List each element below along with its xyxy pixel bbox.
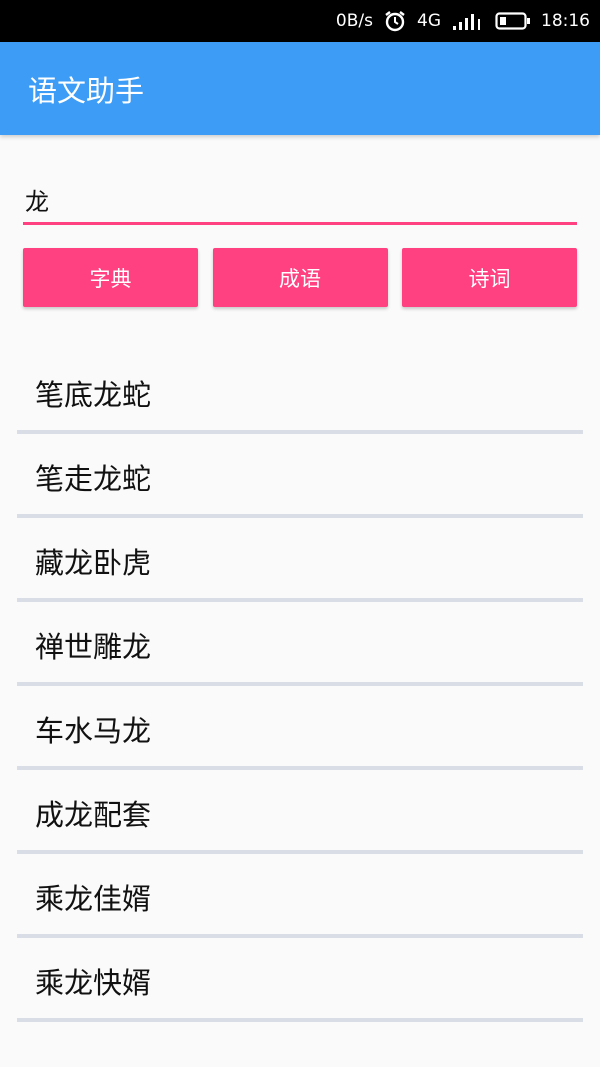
search-input[interactable] [23,178,579,220]
list-item[interactable]: 车水马龙 [17,686,583,770]
list-item-text: 车水马龙 [35,714,152,748]
list-item-text: 成龙配套 [35,798,152,832]
battery-icon [495,11,531,31]
list-item[interactable]: 笔底龙蛇 [17,350,583,434]
clock: 18:16 [541,11,590,31]
list-item[interactable]: 藏龙卧虎 [17,518,583,602]
signal-icon [451,11,485,31]
app-title: 语文助手 [28,74,145,108]
search-field[interactable] [23,178,579,225]
dictionary-button[interactable]: 字典 [23,248,198,307]
idiom-button[interactable]: 成语 [212,248,388,307]
list-item[interactable]: 成龙配套 [17,770,583,854]
list-item-text: 乘龙快婿 [35,966,152,1000]
list-item[interactable]: 乘龙佳婿 [17,854,583,938]
alarm-icon [383,9,407,33]
result-list: 笔底龙蛇 笔走龙蛇 藏龙卧虎 禅世雕龙 车水马龙 成龙配套 乘龙佳婿 乘龙快婿 [17,350,583,1022]
status-bar: 0B/s 4G 18:16 [0,0,600,42]
list-item-text: 藏龙卧虎 [35,546,152,580]
network-type: 4G [417,11,441,31]
category-buttons: 字典 成语 诗词 [23,248,577,307]
list-item-text: 笔走龙蛇 [35,462,152,496]
poetry-button[interactable]: 诗词 [402,248,577,307]
list-item-text: 乘龙佳婿 [35,882,152,916]
list-item-text: 笔底龙蛇 [35,378,152,412]
net-speed: 0B/s [335,11,373,31]
list-item[interactable]: 乘龙快婿 [17,938,583,1022]
list-item[interactable]: 禅世雕龙 [17,602,583,686]
app-bar: 语文助手 [0,42,600,135]
list-item-text: 禅世雕龙 [35,630,152,664]
list-item[interactable]: 笔走龙蛇 [17,434,583,518]
